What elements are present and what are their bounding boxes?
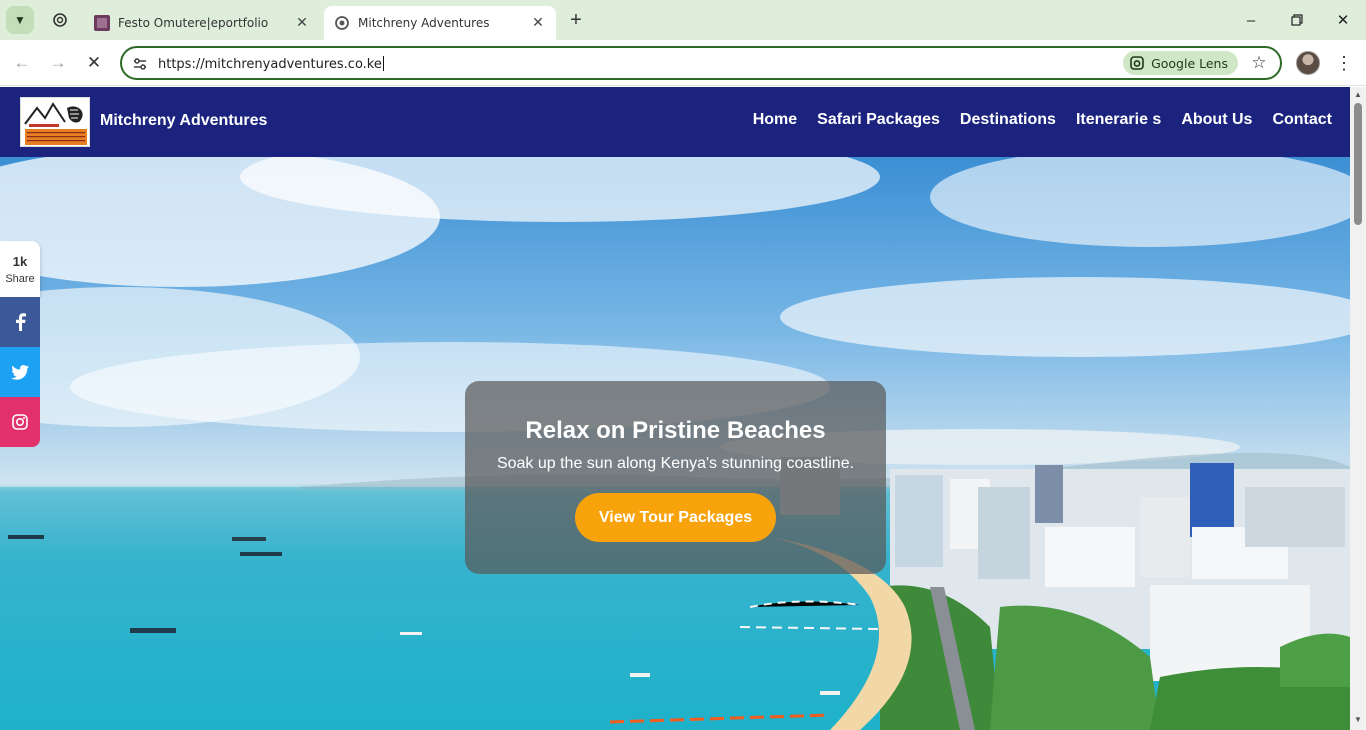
hero-title: Relax on Pristine Beaches bbox=[525, 417, 826, 444]
instagram-icon bbox=[12, 414, 28, 430]
plus-icon: + bbox=[570, 8, 582, 31]
view-tour-packages-button[interactable]: View Tour Packages bbox=[575, 493, 776, 542]
chevron-down-icon: ▼ bbox=[14, 13, 26, 27]
tab-title: Mitchreny Adventures bbox=[358, 16, 490, 30]
share-label: Share bbox=[5, 272, 35, 285]
restore-button[interactable] bbox=[1283, 6, 1311, 34]
stop-loading-button[interactable]: ✕ bbox=[80, 49, 108, 77]
browser-tab-bar: ▼ Festo Omutere|eportfolio ✕ Mitchreny A… bbox=[0, 0, 1366, 40]
hero-banner: Relax on Pristine Beaches Soak up the su… bbox=[0, 157, 1350, 730]
facebook-share-button[interactable] bbox=[0, 297, 40, 347]
scroll-thumb[interactable] bbox=[1354, 103, 1362, 225]
pinned-tab-chatgpt[interactable] bbox=[46, 8, 74, 32]
restore-icon bbox=[1291, 14, 1303, 26]
nav-about-us[interactable]: About Us bbox=[1181, 111, 1252, 129]
nav-destinations[interactable]: Destinations bbox=[960, 111, 1056, 129]
main-nav: Home Safari Packages Destinations Itener… bbox=[753, 111, 1332, 129]
hero-subtitle: Soak up the sun along Kenya's stunning c… bbox=[496, 455, 855, 472]
minimize-button[interactable]: – bbox=[1237, 6, 1265, 34]
tab-search-button[interactable]: ▼ bbox=[6, 6, 34, 34]
close-icon[interactable]: ✕ bbox=[292, 13, 312, 33]
site-info-button[interactable] bbox=[130, 54, 150, 74]
new-tab-button[interactable]: + bbox=[564, 8, 588, 32]
bookmark-button[interactable]: ☆ bbox=[1248, 52, 1270, 74]
google-lens-icon bbox=[1130, 56, 1144, 70]
scroll-down-icon[interactable]: ▼ bbox=[1353, 715, 1363, 725]
facebook-icon bbox=[16, 313, 26, 331]
address-bar[interactable]: https://mitchrenyadventures.co.ke Google… bbox=[120, 46, 1282, 80]
page-viewport: Mitchreny Adventures Home Safari Package… bbox=[0, 87, 1350, 730]
instagram-share-button[interactable] bbox=[0, 397, 40, 447]
page-scrollbar[interactable]: ▲ ▼ bbox=[1350, 87, 1366, 730]
back-button[interactable]: ← bbox=[8, 49, 36, 77]
tab-title: Festo Omutere|eportfolio bbox=[118, 16, 269, 30]
chatgpt-icon bbox=[53, 13, 67, 27]
twitter-share-button[interactable] bbox=[0, 347, 40, 397]
share-count: 1k bbox=[12, 253, 28, 269]
browser-toolbar: ← → ✕ https://mitchrenyadventures.co.ke … bbox=[0, 40, 1366, 86]
scroll-up-icon[interactable]: ▲ bbox=[1353, 90, 1363, 100]
share-counter: 1k Share bbox=[0, 241, 40, 297]
tab-eportfolio[interactable]: Festo Omutere|eportfolio ✕ bbox=[84, 6, 320, 40]
arrow-right-icon: → bbox=[49, 53, 67, 72]
close-icon: ✕ bbox=[86, 53, 102, 72]
tune-icon bbox=[134, 58, 146, 70]
nav-contact[interactable]: Contact bbox=[1272, 111, 1332, 129]
star-icon: ☆ bbox=[1251, 53, 1267, 72]
social-share-bar: 1k Share bbox=[0, 241, 40, 447]
arrow-left-icon: ← bbox=[13, 53, 31, 72]
site-header: Mitchreny Adventures Home Safari Package… bbox=[0, 87, 1350, 157]
close-icon: ✕ bbox=[1336, 12, 1350, 29]
url-input[interactable]: https://mitchrenyadventures.co.ke bbox=[158, 56, 384, 72]
nav-safari-packages[interactable]: Safari Packages bbox=[817, 111, 940, 129]
twitter-icon bbox=[11, 364, 29, 380]
nav-itineraries[interactable]: Itenerarie s bbox=[1076, 111, 1161, 129]
site-brand-name[interactable]: Mitchreny Adventures bbox=[100, 112, 267, 130]
mountain-logo-icon bbox=[21, 98, 89, 146]
eportfolio-favicon-icon bbox=[94, 15, 110, 31]
more-vert-icon: ⋮ bbox=[1335, 52, 1353, 73]
profile-avatar[interactable] bbox=[1296, 51, 1320, 75]
close-icon[interactable]: ✕ bbox=[528, 13, 548, 33]
url-text: https://mitchrenyadventures.co.ke bbox=[158, 57, 382, 72]
google-lens-button[interactable]: Google Lens bbox=[1123, 51, 1238, 75]
google-lens-label: Google Lens bbox=[1151, 55, 1228, 71]
loading-favicon-icon bbox=[334, 15, 350, 31]
text-caret bbox=[382, 56, 384, 71]
minimize-icon: – bbox=[1246, 11, 1256, 29]
site-logo[interactable] bbox=[20, 97, 90, 147]
browser-menu-button[interactable]: ⋮ bbox=[1334, 49, 1354, 77]
close-window-button[interactable]: ✕ bbox=[1329, 6, 1357, 34]
tab-mitchreny[interactable]: Mitchreny Adventures ✕ bbox=[324, 6, 556, 40]
forward-button[interactable]: → bbox=[44, 49, 72, 77]
hero-card: Relax on Pristine Beaches Soak up the su… bbox=[465, 381, 886, 574]
nav-home[interactable]: Home bbox=[753, 111, 797, 129]
